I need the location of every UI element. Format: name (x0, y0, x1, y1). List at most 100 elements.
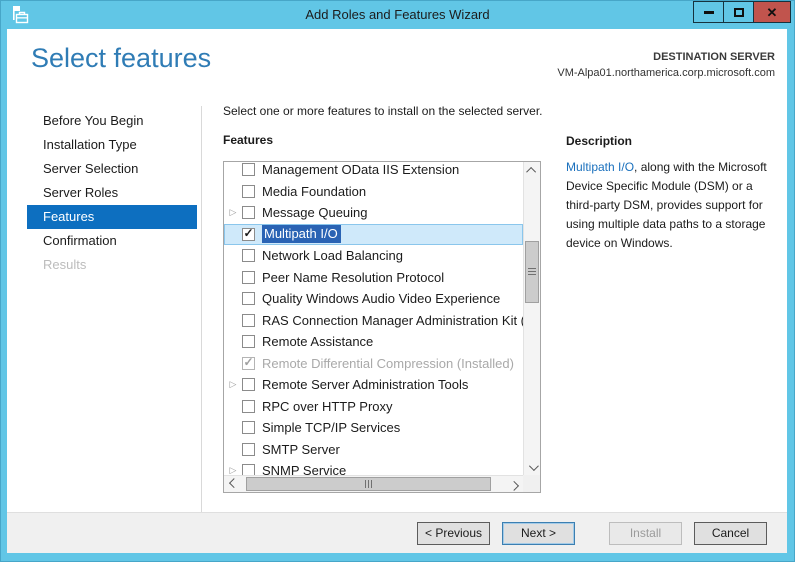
feature-label: Peer Name Resolution Protocol (262, 269, 445, 285)
previous-button[interactable]: < Previous (417, 521, 490, 545)
cancel-button[interactable]: Cancel (694, 521, 767, 545)
destination-server-label: DESTINATION SERVER (653, 51, 775, 63)
wizard-sidebar: Before You Begin Installation Type Server … (7, 109, 201, 277)
checkmark-icon: ✓ (243, 226, 254, 241)
scroll-left-button[interactable] (224, 476, 240, 492)
wizard-footer: < Previous Next > Install Cancel (7, 512, 787, 553)
sidebar-item-installation-type[interactable]: Installation Type (27, 133, 197, 157)
window-title: Add Roles and Features Wizard (305, 7, 490, 22)
vertical-scrollbar-thumb[interactable] (525, 241, 539, 303)
feature-label: Multipath I/O (262, 225, 341, 244)
feature-row-network-load-balancing[interactable]: Network Load Balancing (224, 245, 523, 267)
chevron-right-icon (508, 480, 519, 491)
maximize-button[interactable] (723, 1, 754, 23)
feature-label: Remote Assistance (262, 334, 374, 350)
feature-checkbox[interactable] (242, 292, 255, 306)
feature-row-peer-name-resolution-protocol[interactable]: Peer Name Resolution Protocol (224, 267, 523, 289)
wizard-window: Add Roles and Features Wizard ✕ Select f… (0, 0, 795, 562)
feature-checkbox[interactable] (242, 313, 255, 327)
feature-checkbox[interactable] (242, 335, 255, 349)
feature-row-management-odata-iis-extension[interactable]: Management OData IIS Extension (224, 162, 523, 181)
feature-checkbox[interactable] (242, 378, 255, 392)
feature-row-remote-server-administration-tools[interactable]: ▷ Remote Server Administration Tools (224, 374, 523, 396)
feature-label: SMTP Server (262, 441, 340, 457)
sidebar-item-server-selection[interactable]: Server Selection (27, 157, 197, 181)
feature-checkbox: ✓ (242, 355, 255, 370)
destination-server-name: VM-Alpa01.northamerica.corp.microsoft.co… (557, 67, 775, 79)
horizontal-scrollbar-thumb[interactable] (246, 477, 491, 491)
scrollbar-corner (523, 475, 540, 492)
feature-checkbox[interactable] (242, 464, 255, 475)
horizontal-scrollbar[interactable] (224, 475, 523, 492)
scroll-down-button[interactable] (524, 459, 540, 475)
page-title: Select features (31, 43, 212, 73)
feature-row-remote-assistance[interactable]: Remote Assistance (224, 331, 523, 353)
instruction-text: Select one or more features to install o… (223, 104, 543, 118)
feature-row-smtp-server[interactable]: SMTP Server (224, 439, 523, 461)
sidebar-item-server-roles[interactable]: Server Roles (27, 181, 197, 205)
features-rows: Management OData IIS Extension Media Foun… (224, 162, 523, 475)
feature-label: Network Load Balancing (262, 248, 403, 264)
feature-row-snmp-service[interactable]: ▷ SNMP Service (224, 460, 523, 475)
checkmark-icon: ✓ (243, 355, 254, 370)
feature-checkbox[interactable] (242, 184, 255, 198)
feature-checkbox[interactable] (242, 270, 255, 284)
scroll-right-button[interactable] (507, 476, 523, 492)
feature-label: Management OData IIS Extension (262, 162, 460, 178)
feature-row-rpc-over-http-proxy[interactable]: RPC over HTTP Proxy (224, 396, 523, 418)
feature-checkbox[interactable] (242, 421, 255, 435)
scrollbar-grip-icon (364, 480, 373, 488)
feature-label: Message Queuing (262, 205, 368, 221)
title-bar[interactable]: Add Roles and Features Wizard ✕ (1, 1, 794, 29)
wizard-body: Select features DESTINATION SERVER VM-Al… (7, 29, 787, 553)
sidebar-divider (201, 106, 202, 514)
feature-row-multipath-i-o[interactable]: ✓ Multipath I/O (224, 223, 523, 245)
feature-checkbox[interactable]: ✓ (242, 226, 255, 241)
feature-checkbox[interactable] (242, 442, 255, 456)
sidebar-item-features[interactable]: Features (27, 205, 197, 229)
feature-label: RAS Connection Manager Administration Ki… (262, 312, 523, 328)
window-controls: ✕ (693, 1, 791, 23)
chevron-left-icon (228, 477, 239, 488)
expand-arrow-icon[interactable]: ▷ (224, 466, 242, 475)
feature-row-ras-connection-manager-administration-kit-cma[interactable]: RAS Connection Manager Administration Ki… (224, 310, 523, 332)
sidebar-item-results: Results (43, 257, 87, 272)
feature-checkbox[interactable] (242, 399, 255, 413)
destination-server-block: DESTINATION SERVER VM-Alpa01.northameric… (557, 51, 775, 79)
feature-row-simple-tcp-ip-services[interactable]: Simple TCP/IP Services (224, 417, 523, 439)
features-list-title: Features (223, 133, 274, 147)
feature-row-remote-differential-compression-installed[interactable]: ✓ Remote Differential Compression (Instal… (224, 353, 523, 375)
close-icon: ✕ (766, 4, 778, 20)
feature-label: Remote Server Administration Tools (262, 377, 469, 393)
feature-label: Quality Windows Audio Video Experience (262, 291, 501, 307)
feature-label: RPC over HTTP Proxy (262, 398, 393, 414)
vertical-scrollbar[interactable] (523, 162, 540, 475)
chevron-down-icon (528, 460, 539, 471)
feature-row-message-queuing[interactable]: ▷ Message Queuing (224, 202, 523, 224)
feature-label: Simple TCP/IP Services (262, 420, 401, 436)
feature-label: SNMP Service (262, 463, 347, 475)
feature-checkbox[interactable] (242, 163, 255, 177)
description-feature-link[interactable]: Multipath I/O (566, 160, 634, 174)
description-title: Description (566, 134, 633, 148)
sidebar-item-confirmation[interactable]: Confirmation (27, 229, 197, 253)
minimize-icon (703, 10, 714, 14)
chevron-up-icon (525, 166, 536, 177)
scroll-up-button[interactable] (524, 162, 540, 178)
close-button[interactable]: ✕ (753, 1, 791, 23)
expand-arrow-icon[interactable]: ▷ (224, 208, 242, 217)
expand-arrow-icon[interactable]: ▷ (224, 380, 242, 389)
install-button: Install (609, 521, 682, 545)
feature-checkbox[interactable] (242, 206, 255, 220)
feature-label: Remote Differential Compression (Install… (262, 355, 514, 371)
feature-label: Media Foundation (262, 183, 367, 199)
features-list[interactable]: Management OData IIS Extension Media Foun… (223, 161, 541, 493)
description-text: Multipath I/O, along with the Microsoft … (566, 158, 782, 253)
feature-checkbox[interactable] (242, 249, 255, 263)
next-button[interactable]: Next > (502, 521, 575, 545)
features-list-viewport: Management OData IIS Extension Media Foun… (224, 162, 523, 475)
sidebar-item-before-you-begin[interactable]: Before You Begin (27, 109, 197, 133)
feature-row-quality-windows-audio-video-experience[interactable]: Quality Windows Audio Video Experience (224, 288, 523, 310)
minimize-button[interactable] (693, 1, 724, 23)
feature-row-media-foundation[interactable]: Media Foundation (224, 181, 523, 203)
